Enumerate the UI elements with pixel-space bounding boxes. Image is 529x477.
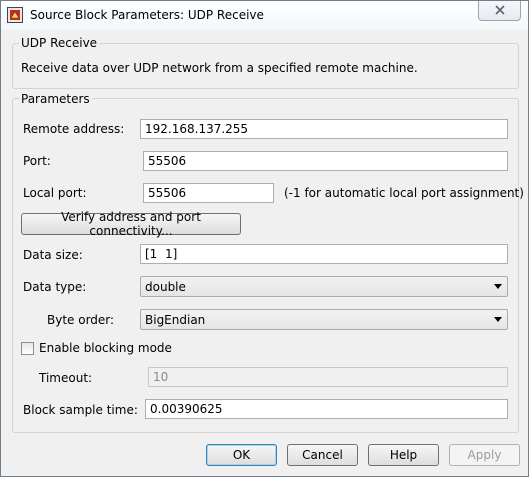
- byte-order-select[interactable]: BigEndian: [140, 309, 508, 330]
- enable-blocking-checkbox[interactable]: [21, 342, 34, 355]
- timeout-label: Timeout:: [39, 371, 93, 385]
- data-size-label: Data size:: [23, 248, 83, 262]
- data-size-input[interactable]: [140, 244, 508, 264]
- port-input[interactable]: [143, 151, 508, 171]
- dialog-content: UDP Receive Receive data over UDP networ…: [9, 30, 524, 470]
- remote-address-label: Remote address:: [23, 122, 125, 136]
- ok-button[interactable]: OK: [206, 444, 277, 466]
- data-type-label: Data type:: [23, 280, 87, 294]
- byte-order-label: Byte order:: [47, 313, 115, 327]
- help-button[interactable]: Help: [368, 444, 439, 466]
- dialog-window: Source Block Parameters: UDP Receive UDP…: [0, 0, 529, 477]
- enable-blocking-label[interactable]: Enable blocking mode: [39, 341, 172, 355]
- parameters-group-title: Parameters: [19, 92, 92, 106]
- byte-order-value: BigEndian: [145, 313, 206, 327]
- window-title: Source Block Parameters: UDP Receive: [30, 8, 264, 22]
- title-bar[interactable]: Source Block Parameters: UDP Receive: [1, 1, 528, 30]
- simulink-block-icon: [7, 7, 23, 23]
- block-description: Receive data over UDP network from a spe…: [21, 61, 418, 75]
- data-type-value: double: [145, 280, 186, 294]
- block-group-title: UDP Receive: [19, 36, 100, 50]
- close-button[interactable]: [478, 1, 521, 21]
- apply-button[interactable]: Apply: [449, 444, 520, 466]
- sample-time-label: Block sample time:: [23, 403, 138, 417]
- port-label: Port:: [23, 154, 51, 168]
- cancel-button[interactable]: Cancel: [287, 444, 358, 466]
- local-port-label: Local port:: [23, 186, 87, 200]
- sample-time-input[interactable]: [145, 399, 508, 419]
- remote-address-input[interactable]: [140, 119, 508, 139]
- timeout-input[interactable]: [148, 367, 508, 387]
- chevron-down-icon: [494, 284, 502, 289]
- data-type-select[interactable]: double: [140, 276, 508, 297]
- local-port-hint: (-1 for automatic local port assignment): [284, 186, 524, 200]
- local-port-input[interactable]: [143, 183, 274, 203]
- close-icon: [494, 4, 506, 18]
- chevron-down-icon: [494, 317, 502, 322]
- verify-connectivity-button[interactable]: Verify address and port connectivity...: [21, 210, 241, 238]
